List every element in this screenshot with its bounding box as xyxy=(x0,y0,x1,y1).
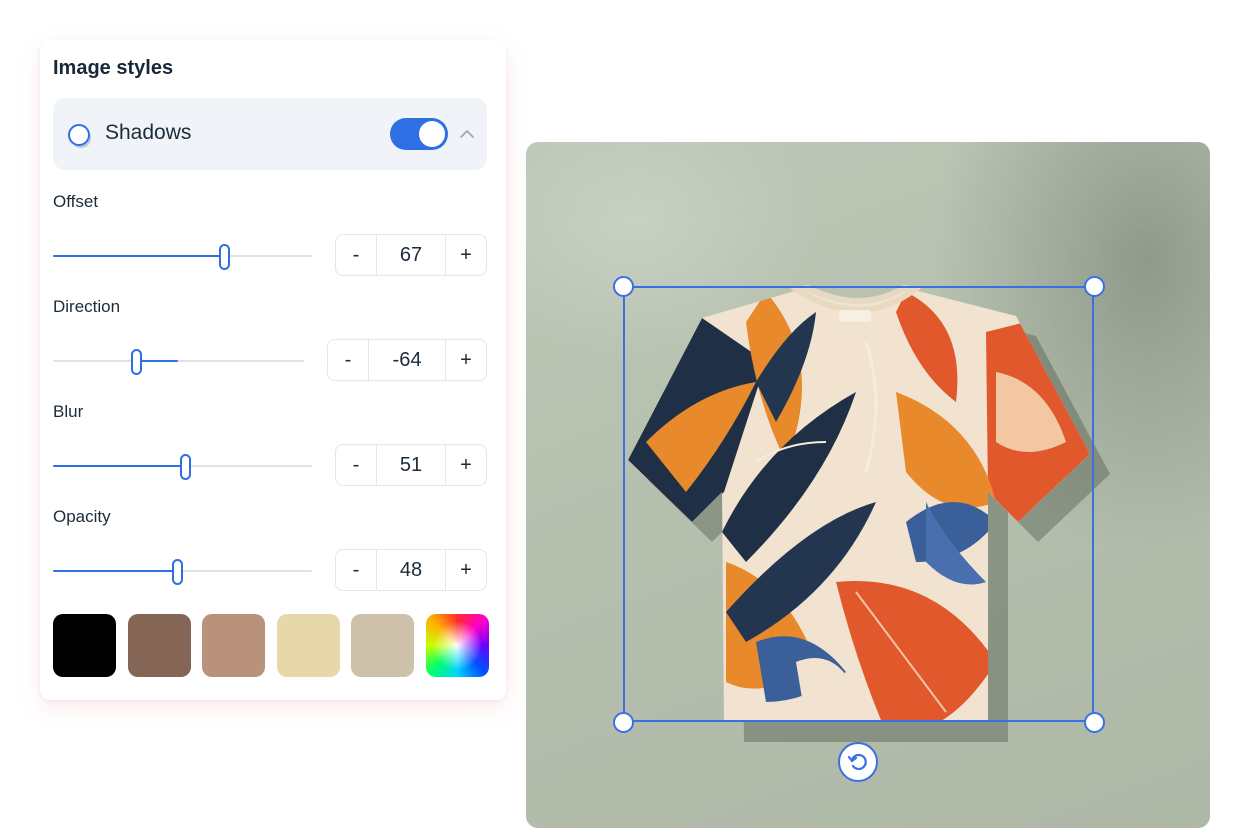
chevron-up-icon[interactable] xyxy=(458,125,476,143)
blur-slider[interactable] xyxy=(53,454,312,480)
resize-handle-bottom-left[interactable] xyxy=(613,712,634,733)
direction-decrement-button[interactable]: - xyxy=(328,340,368,380)
image-styles-panel: Image styles Shadows Offset - 67 + Direc… xyxy=(40,40,506,700)
resize-handle-top-right[interactable] xyxy=(1084,276,1105,297)
panel-title: Image styles xyxy=(53,57,174,79)
blur-increment-button[interactable]: + xyxy=(446,445,486,485)
swatch-beige[interactable] xyxy=(351,614,414,677)
offset-increment-button[interactable]: + xyxy=(446,235,486,275)
offset-stepper: - 67 + xyxy=(335,234,487,276)
rotate-button[interactable] xyxy=(838,742,878,782)
blur-decrement-button[interactable]: - xyxy=(336,445,376,485)
toggle-knob xyxy=(419,121,445,147)
blur-value[interactable]: 51 xyxy=(376,445,446,485)
swatch-brown[interactable] xyxy=(128,614,191,677)
offset-slider[interactable] xyxy=(53,244,312,270)
slider-thumb[interactable] xyxy=(180,454,192,480)
swatch-tan[interactable] xyxy=(202,614,265,677)
opacity-label: Opacity xyxy=(53,507,111,526)
opacity-increment-button[interactable]: + xyxy=(446,550,486,590)
swatch-cream[interactable] xyxy=(277,614,340,677)
slider-fill xyxy=(53,570,178,572)
custom-color-picker-swatch[interactable] xyxy=(426,614,489,677)
opacity-stepper: - 48 + xyxy=(335,549,487,591)
slider-fill xyxy=(53,255,224,257)
direction-increment-button[interactable]: + xyxy=(446,340,486,380)
slider-thumb[interactable] xyxy=(172,559,184,585)
direction-value[interactable]: -64 xyxy=(368,340,446,380)
shadows-section-header[interactable]: Shadows xyxy=(53,98,487,170)
slider-thumb[interactable] xyxy=(218,244,230,270)
direction-stepper: - -64 + xyxy=(327,339,487,381)
slider-fill xyxy=(135,360,179,362)
rotate-icon xyxy=(847,753,867,771)
shadows-label: Shadows xyxy=(105,121,192,144)
blur-stepper: - 51 + xyxy=(335,444,487,486)
opacity-slider[interactable] xyxy=(53,559,312,585)
blur-label: Blur xyxy=(53,402,84,421)
direction-slider[interactable] xyxy=(53,349,304,375)
direction-label: Direction xyxy=(53,297,121,316)
resize-handle-top-left[interactable] xyxy=(613,276,634,297)
offset-value[interactable]: 67 xyxy=(376,235,446,275)
shadow-icon xyxy=(68,124,91,148)
selection-frame xyxy=(623,286,1094,722)
slider-thumb[interactable] xyxy=(130,349,142,375)
offset-label: Offset xyxy=(53,192,99,211)
offset-decrement-button[interactable]: - xyxy=(336,235,376,275)
opacity-value[interactable]: 48 xyxy=(376,550,446,590)
resize-handle-bottom-right[interactable] xyxy=(1084,712,1105,733)
slider-track xyxy=(53,360,304,362)
swatch-black[interactable] xyxy=(53,614,116,677)
opacity-decrement-button[interactable]: - xyxy=(336,550,376,590)
shadows-toggle[interactable] xyxy=(390,118,448,150)
slider-fill xyxy=(53,465,186,467)
